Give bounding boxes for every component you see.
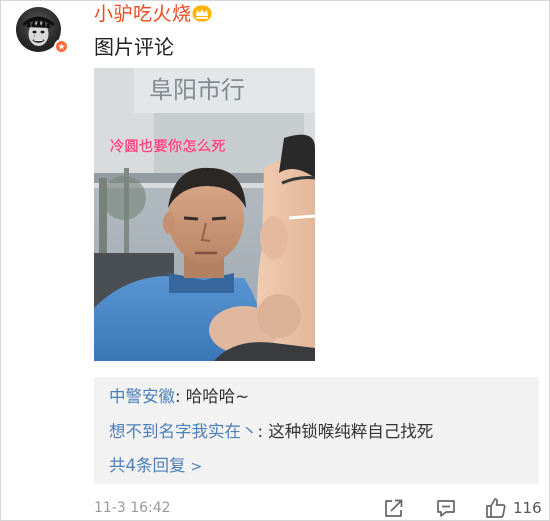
weibo-comment-card: 小驴吃火烧 图片评论 阜阳市行 冷圆也要你怎么死 中警安徽: 哈哈哈~ 想不到名… [0,0,550,521]
reply-text: : 哈哈哈~ [175,387,250,406]
post-text: 图片评论 [94,35,174,59]
reply-text: : 这种锁喉纯粹自己找死 [257,422,434,441]
share-icon[interactable] [383,497,405,519]
reply-box: 中警安徽: 哈哈哈~ 想不到名字我实在丶: 这种锁喉纯粹自己找死 共4条回复 > [94,377,539,484]
reply-item: 中警安徽: 哈哈哈~ [109,386,249,408]
post-photo[interactable]: 阜阳市行 冷圆也要你怎么死 [94,68,315,361]
like-count: 116 [513,499,542,517]
thumbs-up-icon[interactable] [484,496,508,520]
verified-badge-icon [54,39,69,54]
reply-item: 想不到名字我实在丶: 这种锁喉纯粹自己找死 [109,421,433,443]
reply-author[interactable]: 中警安徽 [109,387,175,406]
username[interactable]: 小驴吃火烧 [94,2,192,26]
more-replies-link[interactable]: 共4条回复 > [109,455,202,478]
reply-author[interactable]: 想不到名字我实在丶 [109,422,258,441]
more-replies-label: 共4条回复 [109,456,186,475]
photo-caption: 冷圆也要你怎么死 [110,139,226,155]
chevron-right-icon: > [190,459,203,475]
timestamp: 11-3 16:42 [94,500,171,516]
vip-crown-icon[interactable] [192,5,212,22]
comment-icon[interactable] [435,497,457,519]
